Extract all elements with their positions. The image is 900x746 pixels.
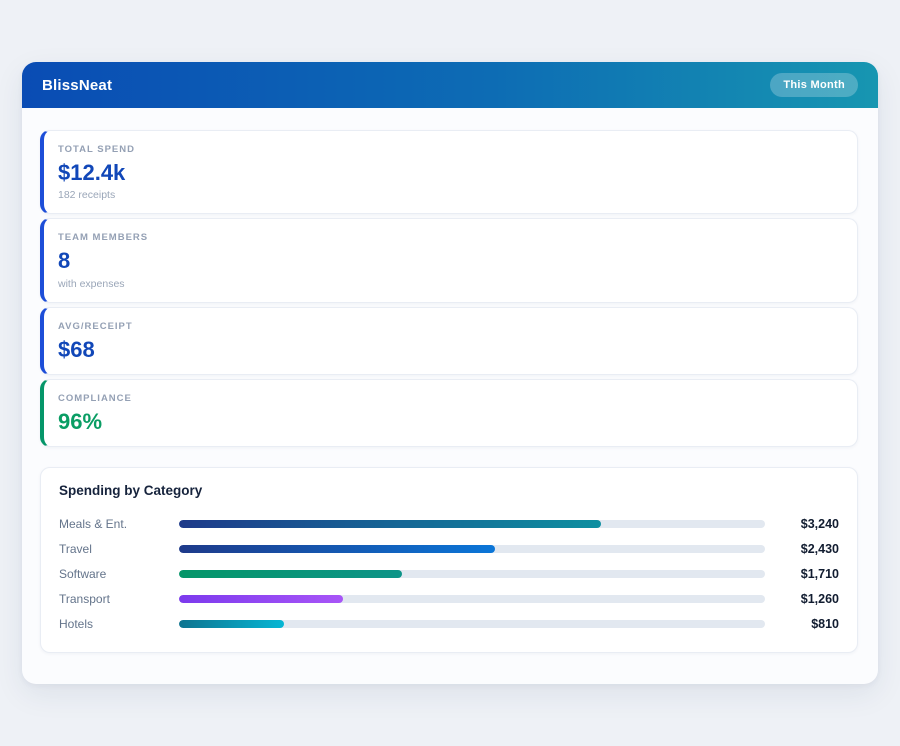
bar-fill (179, 545, 495, 553)
category-label: Meals & Ent. (59, 517, 171, 531)
bar-fill (179, 620, 284, 628)
spending-row: Meals & Ent. $3,240 (59, 511, 839, 536)
bar-track (179, 520, 765, 528)
dashboard-panel: BlissNeat This Month TOTAL SPEND $12.4k 18… (22, 62, 878, 684)
stat-value: 8 (58, 248, 841, 273)
app-title: BlissNeat (42, 77, 112, 94)
stat-label: TEAM MEMBERS (58, 232, 841, 243)
category-label: Travel (59, 542, 171, 556)
category-value: $1,260 (773, 592, 839, 606)
category-value: $810 (773, 617, 839, 631)
spending-row: Transport $1,260 (59, 586, 839, 611)
stat-value: 96% (58, 409, 841, 434)
bar-track (179, 595, 765, 603)
spending-rows: Meals & Ent. $3,240 Travel $2,430 Software $1… (59, 511, 839, 636)
category-value: $1,710 (773, 567, 839, 581)
period-badge[interactable]: This Month (770, 73, 858, 97)
stat-value: $12.4k (58, 160, 841, 185)
spending-row: Hotels $810 (59, 611, 839, 636)
bar-fill (179, 595, 343, 603)
bar-fill (179, 570, 402, 578)
bar-fill (179, 520, 601, 528)
app-header: BlissNeat This Month (22, 62, 878, 108)
spending-card: Spending by Category Meals & Ent. $3,240 T… (40, 467, 858, 653)
category-value: $2,430 (773, 542, 839, 556)
category-label: Transport (59, 592, 171, 606)
stat-card: TOTAL SPEND $12.4k 182 receipts (40, 130, 858, 214)
bar-track (179, 570, 765, 578)
stat-card: COMPLIANCE 96% (40, 379, 858, 447)
stat-label: TOTAL SPEND (58, 144, 841, 155)
bar-track (179, 545, 765, 553)
spending-title: Spending by Category (59, 483, 839, 498)
category-value: $3,240 (773, 517, 839, 531)
stat-subtext: 182 receipts (58, 189, 841, 201)
stat-subtext: with expenses (58, 278, 841, 290)
stat-card: AVG/RECEIPT $68 (40, 307, 858, 375)
stats-list: TOTAL SPEND $12.4k 182 receipts TEAM MEMBER… (40, 130, 858, 447)
stat-label: AVG/RECEIPT (58, 321, 841, 332)
stat-label: COMPLIANCE (58, 393, 841, 404)
spending-row: Software $1,710 (59, 561, 839, 586)
category-label: Software (59, 567, 171, 581)
bar-track (179, 620, 765, 628)
spending-row: Travel $2,430 (59, 536, 839, 561)
stat-value: $68 (58, 337, 841, 362)
panel-content: TOTAL SPEND $12.4k 182 receipts TEAM MEMBER… (22, 108, 878, 673)
stat-card: TEAM MEMBERS 8 with expenses (40, 218, 858, 302)
category-label: Hotels (59, 617, 171, 631)
